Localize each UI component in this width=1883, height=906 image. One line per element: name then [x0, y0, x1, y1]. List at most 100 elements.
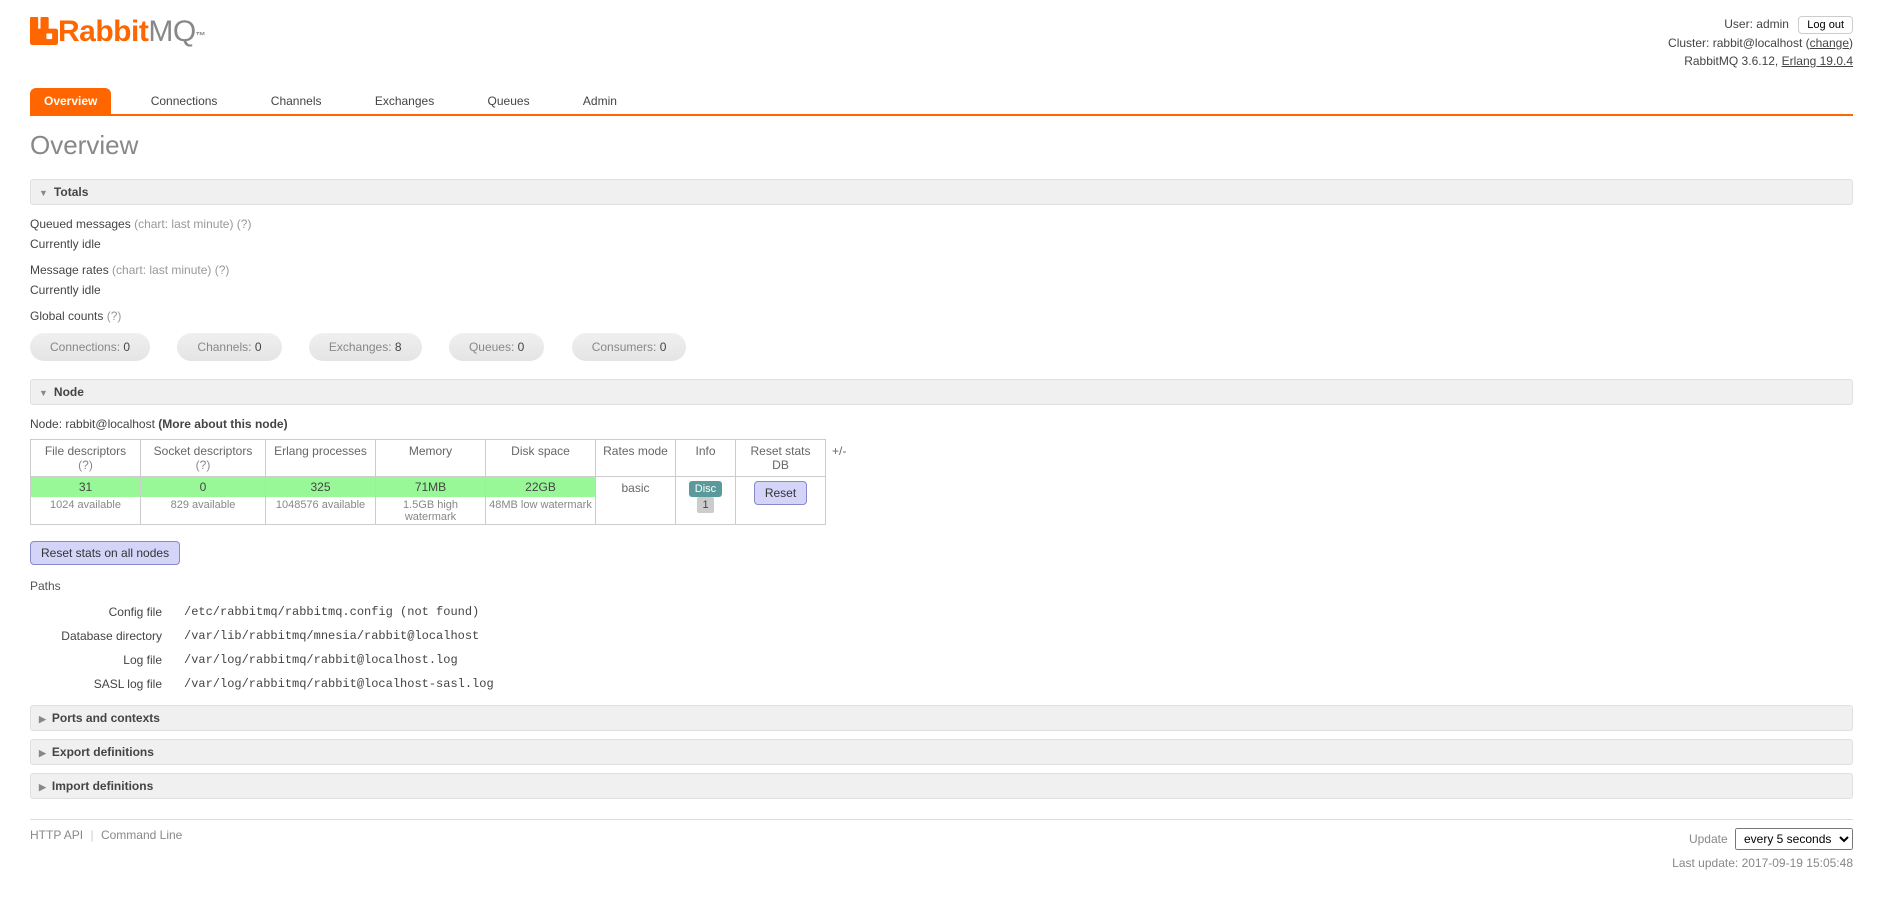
logo-text-rabbit: Rabbit	[58, 15, 148, 48]
help-icon[interactable]: (?)	[107, 309, 122, 323]
queued-messages-meta: (chart: last minute)	[134, 217, 233, 231]
path-log-label: Log file	[32, 649, 172, 671]
path-sasl-value: /var/log/rabbitmq/rabbit@localhost-sasl.…	[174, 673, 504, 695]
global-counts-label: Global counts	[30, 309, 103, 323]
sd-bar: 0	[141, 477, 265, 497]
update-interval-select[interactable]: every 5 seconds	[1735, 828, 1853, 850]
col-reset: Reset stats DB	[750, 444, 810, 472]
col-ep: Erlang processes	[274, 444, 367, 458]
section-node-label: Node	[54, 385, 84, 399]
section-totals[interactable]: ▼ Totals	[30, 179, 1853, 205]
info-disc-tag: Disc	[689, 481, 722, 497]
col-sd: Socket descriptors	[154, 444, 253, 458]
cluster-name: rabbit@localhost	[1713, 36, 1803, 50]
col-rates: Rates mode	[603, 444, 668, 458]
help-icon[interactable]: (?)	[196, 458, 211, 472]
section-node[interactable]: ▼ Node	[30, 379, 1853, 405]
count-channels[interactable]: Channels: 0	[177, 333, 281, 361]
section-ports[interactable]: ▶ Ports and contexts	[30, 705, 1853, 731]
chevron-right-icon: ▶	[39, 748, 46, 758]
cluster-label: Cluster:	[1668, 36, 1709, 50]
count-consumers[interactable]: Consumers: 0	[572, 333, 687, 361]
col-info: Info	[695, 444, 715, 458]
rates-mode-value: basic	[596, 477, 676, 525]
queued-messages-label: Queued messages	[30, 217, 131, 231]
tab-exchanges[interactable]: Exchanges	[361, 88, 448, 114]
disk-sub: 48MB low watermark	[486, 497, 595, 512]
mem-bar: 71MB	[376, 477, 485, 497]
path-log-value: /var/log/rabbitmq/rabbit@localhost.log	[174, 649, 504, 671]
queued-messages-idle: Currently idle	[30, 237, 1853, 251]
last-update-label: Last update:	[1672, 856, 1738, 870]
section-totals-label: Totals	[54, 185, 88, 199]
node-label: Node:	[30, 417, 62, 431]
mem-sub: 1.5GB high watermark	[376, 497, 485, 524]
user-label: User:	[1724, 17, 1753, 31]
fd-bar: 31	[31, 477, 140, 497]
global-counts-row: Connections: 0 Channels: 0 Exchanges: 8 …	[30, 333, 1853, 361]
count-queues[interactable]: Queues: 0	[449, 333, 544, 361]
col-disk: Disk space	[511, 444, 570, 458]
logo-tm: ™	[196, 31, 206, 42]
header-meta: User: admin Log out Cluster: rabbit@loca…	[1668, 15, 1853, 70]
main-nav: Overview Connections Channels Exchanges …	[30, 88, 1853, 116]
reset-stats-button[interactable]: Reset	[754, 481, 807, 505]
help-icon[interactable]: (?)	[237, 217, 252, 231]
section-export[interactable]: ▶ Export definitions	[30, 739, 1853, 765]
disk-bar: 22GB	[486, 477, 595, 497]
message-rates-meta: (chart: last minute)	[112, 263, 211, 277]
count-connections[interactable]: Connections: 0	[30, 333, 150, 361]
tab-overview[interactable]: Overview	[30, 88, 111, 114]
fd-sub: 1024 available	[31, 497, 140, 512]
section-import-label: Import definitions	[52, 779, 153, 793]
page-title: Overview	[30, 130, 1853, 161]
chevron-down-icon: ▼	[39, 388, 48, 398]
reset-stats-all-button[interactable]: Reset stats on all nodes	[30, 541, 180, 565]
rabbitmq-logo-icon	[30, 17, 58, 45]
tab-admin[interactable]: Admin	[569, 88, 631, 114]
separator: |	[90, 828, 93, 842]
section-ports-label: Ports and contexts	[52, 711, 160, 725]
chevron-right-icon: ▶	[39, 782, 46, 792]
help-icon[interactable]: (?)	[78, 458, 93, 472]
message-rates-label: Message rates	[30, 263, 109, 277]
more-about-node-link[interactable]: (More about this node)	[158, 417, 287, 431]
change-cluster-link[interactable]: change	[1810, 36, 1849, 50]
update-label: Update	[1689, 832, 1728, 846]
path-config-value: /etc/rabbitmq/rabbitmq.config (not found…	[174, 601, 504, 623]
logo-text-mq: MQ	[148, 15, 195, 48]
path-db-value: /var/lib/rabbitmq/mnesia/rabbit@localhos…	[174, 625, 504, 647]
section-import[interactable]: ▶ Import definitions	[30, 773, 1853, 799]
paths-header: Paths	[30, 579, 1853, 593]
http-api-link[interactable]: HTTP API	[30, 828, 83, 842]
sd-sub: 829 available	[141, 497, 265, 512]
message-rates-idle: Currently idle	[30, 283, 1853, 297]
user-name: admin	[1756, 17, 1789, 31]
node-name: rabbit@localhost	[65, 417, 155, 431]
chevron-down-icon: ▼	[39, 188, 48, 198]
tab-channels[interactable]: Channels	[257, 88, 336, 114]
ep-bar: 325	[266, 477, 375, 497]
columns-toggle[interactable]: +/-	[826, 440, 853, 477]
section-export-label: Export definitions	[52, 745, 154, 759]
erlang-link[interactable]: Erlang 19.0.4	[1782, 54, 1853, 68]
path-sasl-label: SASL log file	[32, 673, 172, 695]
count-exchanges[interactable]: Exchanges: 8	[309, 333, 422, 361]
command-line-link[interactable]: Command Line	[101, 828, 182, 842]
node-table: File descriptors (?) Socket descriptors …	[30, 439, 853, 525]
ep-sub: 1048576 available	[266, 497, 375, 512]
info-num: 1	[697, 497, 713, 513]
col-fd: File descriptors	[45, 444, 126, 458]
last-update-value: 2017-09-19 15:05:48	[1742, 856, 1853, 870]
logo: RabbitMQ™	[30, 15, 205, 49]
paths-table: Config file/etc/rabbitmq/rabbitmq.config…	[30, 599, 506, 697]
path-config-label: Config file	[32, 601, 172, 623]
path-db-label: Database directory	[32, 625, 172, 647]
tab-connections[interactable]: Connections	[137, 88, 232, 114]
help-icon[interactable]: (?)	[215, 263, 230, 277]
logout-button[interactable]: Log out	[1798, 16, 1853, 34]
tab-queues[interactable]: Queues	[474, 88, 544, 114]
version-text: RabbitMQ 3.6.12,	[1684, 54, 1778, 68]
chevron-right-icon: ▶	[39, 714, 46, 724]
col-mem: Memory	[409, 444, 452, 458]
